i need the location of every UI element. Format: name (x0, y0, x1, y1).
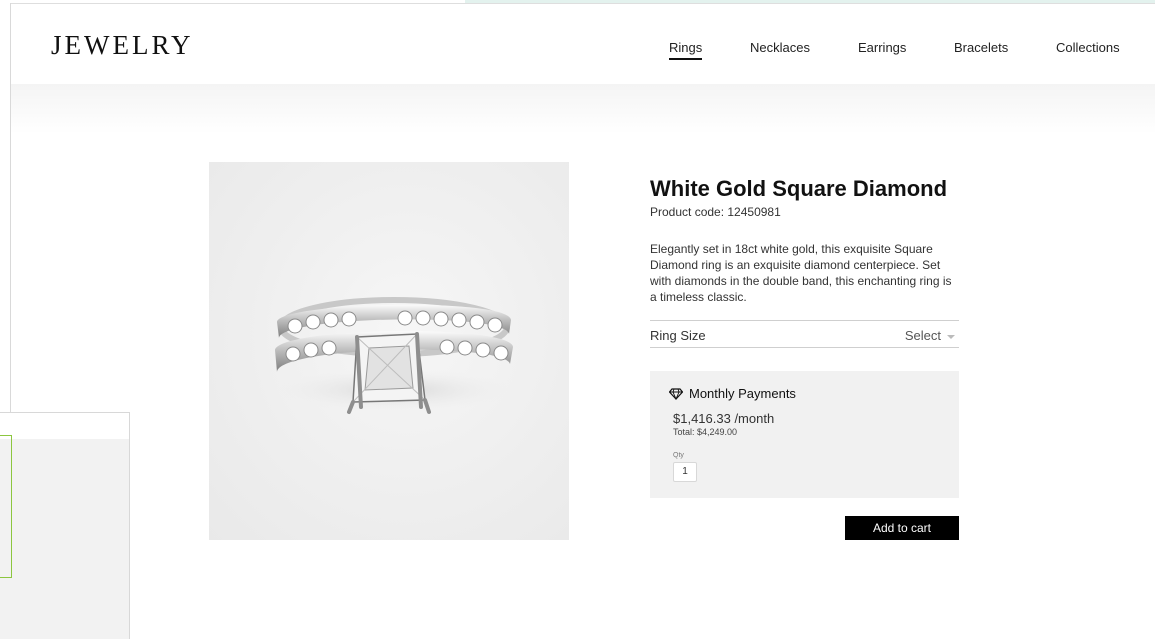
underlying-panel-bar (0, 413, 129, 439)
nav-item-collections[interactable]: Collections (1056, 40, 1120, 55)
qty-label: Qty (673, 452, 684, 459)
chevron-down-icon (947, 334, 955, 339)
product-code: Product code: 12450981 (650, 205, 781, 219)
underlying-panel (0, 412, 130, 639)
ring-size-row: Ring Size Select (650, 320, 959, 348)
ring-size-select[interactable]: Select (905, 328, 955, 343)
ring-illustration (274, 297, 514, 414)
monthly-payments-panel: Monthly Payments $1,416.33 /month Total:… (650, 371, 959, 498)
payments-heading: Monthly Payments (689, 386, 796, 401)
selection-outline (0, 435, 12, 578)
payments-heading-row: Monthly Payments (668, 386, 796, 401)
product-description: Elegantly set in 18ct white gold, this e… (650, 242, 952, 304)
product-info: White Gold Square Diamond Product code: … (650, 176, 959, 305)
quantity-input[interactable]: 1 (673, 462, 697, 482)
nav-item-earrings[interactable]: Earrings (858, 40, 906, 55)
site-logo[interactable]: JEWELRY (51, 30, 194, 61)
nav-item-necklaces[interactable]: Necklaces (750, 40, 810, 55)
nav-item-bracelets[interactable]: Bracelets (954, 40, 1008, 55)
diamond-icon (668, 388, 684, 401)
total-amount: Total: $4,249.00 (673, 427, 738, 437)
ring-size-label: Ring Size (650, 328, 706, 343)
monthly-amount: $1,416.33 /month (673, 411, 775, 426)
product-title: White Gold Square Diamond (650, 176, 948, 201)
product-image (209, 162, 569, 540)
add-to-cart-button[interactable]: Add to cart (845, 516, 959, 540)
ring-size-select-value: Select (904, 328, 941, 343)
nav-item-rings[interactable]: Rings (669, 40, 703, 60)
site-header: JEWELRY Rings Necklaces Earrings Bracele… (11, 4, 1155, 84)
header-shadow (11, 84, 1155, 134)
